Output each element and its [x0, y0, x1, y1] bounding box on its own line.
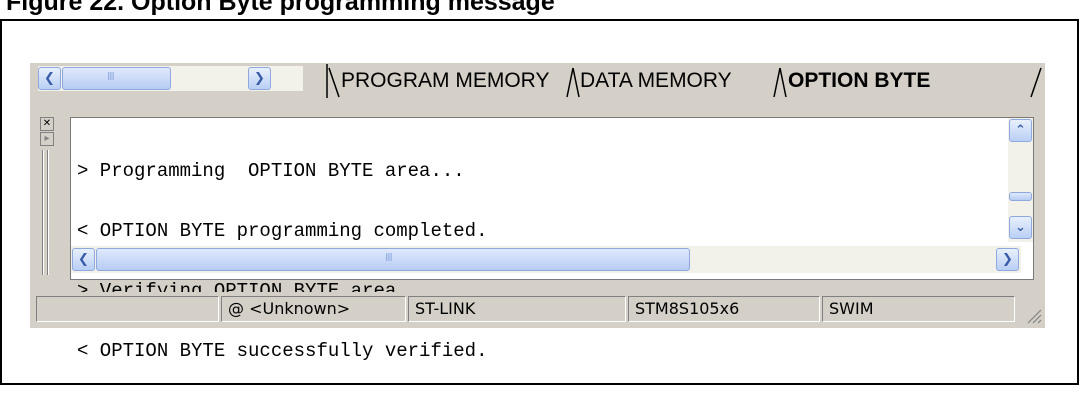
- log-vertical-scrollbar[interactable]: ⌃ ⌄: [1008, 118, 1033, 242]
- dock-grip[interactable]: [42, 150, 44, 275]
- log-horizontal-scrollbar[interactable]: ❮ III ❯: [71, 246, 1021, 273]
- status-probe: ST-LINK: [408, 296, 626, 322]
- tab-scrollbar[interactable]: ❮ III ❯: [38, 66, 303, 91]
- chevron-left-icon[interactable]: ❮: [72, 248, 95, 271]
- tab-divider: [326, 64, 340, 98]
- figure-caption: Figure 22. Option Byte programming messa…: [6, 0, 555, 16]
- output-panel: ✕ ▸ > Programming OPTION BYTE area... < …: [30, 109, 1045, 361]
- tab-program-memory[interactable]: PROGRAM MEMORY: [341, 67, 549, 95]
- tab-divider: [1030, 67, 1042, 98]
- status-address: @ <Unknown>: [221, 296, 406, 322]
- output-log[interactable]: > Programming OPTION BYTE area... < OPTI…: [70, 117, 1034, 361]
- vertical-scroll-thumb[interactable]: [1009, 192, 1032, 201]
- tab-divider: [566, 67, 580, 98]
- log-line: > Programming OPTION BYTE area...: [77, 160, 465, 182]
- panel-side-controls: ✕ ▸: [40, 117, 56, 277]
- status-bar: @ <Unknown> ST-LINK STM8S105x6 SWIM: [30, 292, 1045, 328]
- stvp-window: ❮ III ❯ PROGRAM MEMORY DATA MEMORY OPTIO…: [30, 63, 1045, 361]
- chevron-right-icon[interactable]: ❯: [248, 67, 271, 90]
- resize-grip-icon[interactable]: [1024, 306, 1042, 324]
- status-device: STM8S105x6: [628, 296, 820, 322]
- scroll-grip: III: [107, 70, 115, 83]
- horizontal-scroll-thumb[interactable]: III: [96, 248, 690, 271]
- memory-tab-bar: ❮ III ❯ PROGRAM MEMORY DATA MEMORY OPTIO…: [30, 63, 1045, 99]
- log-line: < OPTION BYTE programming completed.: [77, 220, 488, 242]
- scroll-grip: III: [385, 251, 393, 264]
- status-protocol: SWIM: [822, 296, 1015, 322]
- chevron-left-icon[interactable]: ❮: [38, 67, 61, 90]
- close-icon[interactable]: ✕: [40, 117, 54, 131]
- status-cell-empty: [36, 296, 219, 322]
- chevron-up-icon[interactable]: ⌃: [1009, 119, 1032, 142]
- tab-option-byte[interactable]: OPTION BYTE: [788, 67, 930, 95]
- tab-divider: [773, 67, 787, 98]
- chevron-down-icon[interactable]: ⌄: [1009, 216, 1032, 239]
- chevron-right-icon[interactable]: ❯: [996, 248, 1019, 271]
- tab-scroll-thumb[interactable]: III: [62, 67, 171, 90]
- expand-icon[interactable]: ▸: [40, 132, 54, 146]
- dock-grip[interactable]: [47, 150, 49, 275]
- tab-data-memory[interactable]: DATA MEMORY: [580, 67, 732, 95]
- tab-strip: PROGRAM MEMORY DATA MEMORY OPTION BYTE: [326, 63, 1045, 99]
- log-line: < OPTION BYTE successfully verified.: [77, 340, 488, 362]
